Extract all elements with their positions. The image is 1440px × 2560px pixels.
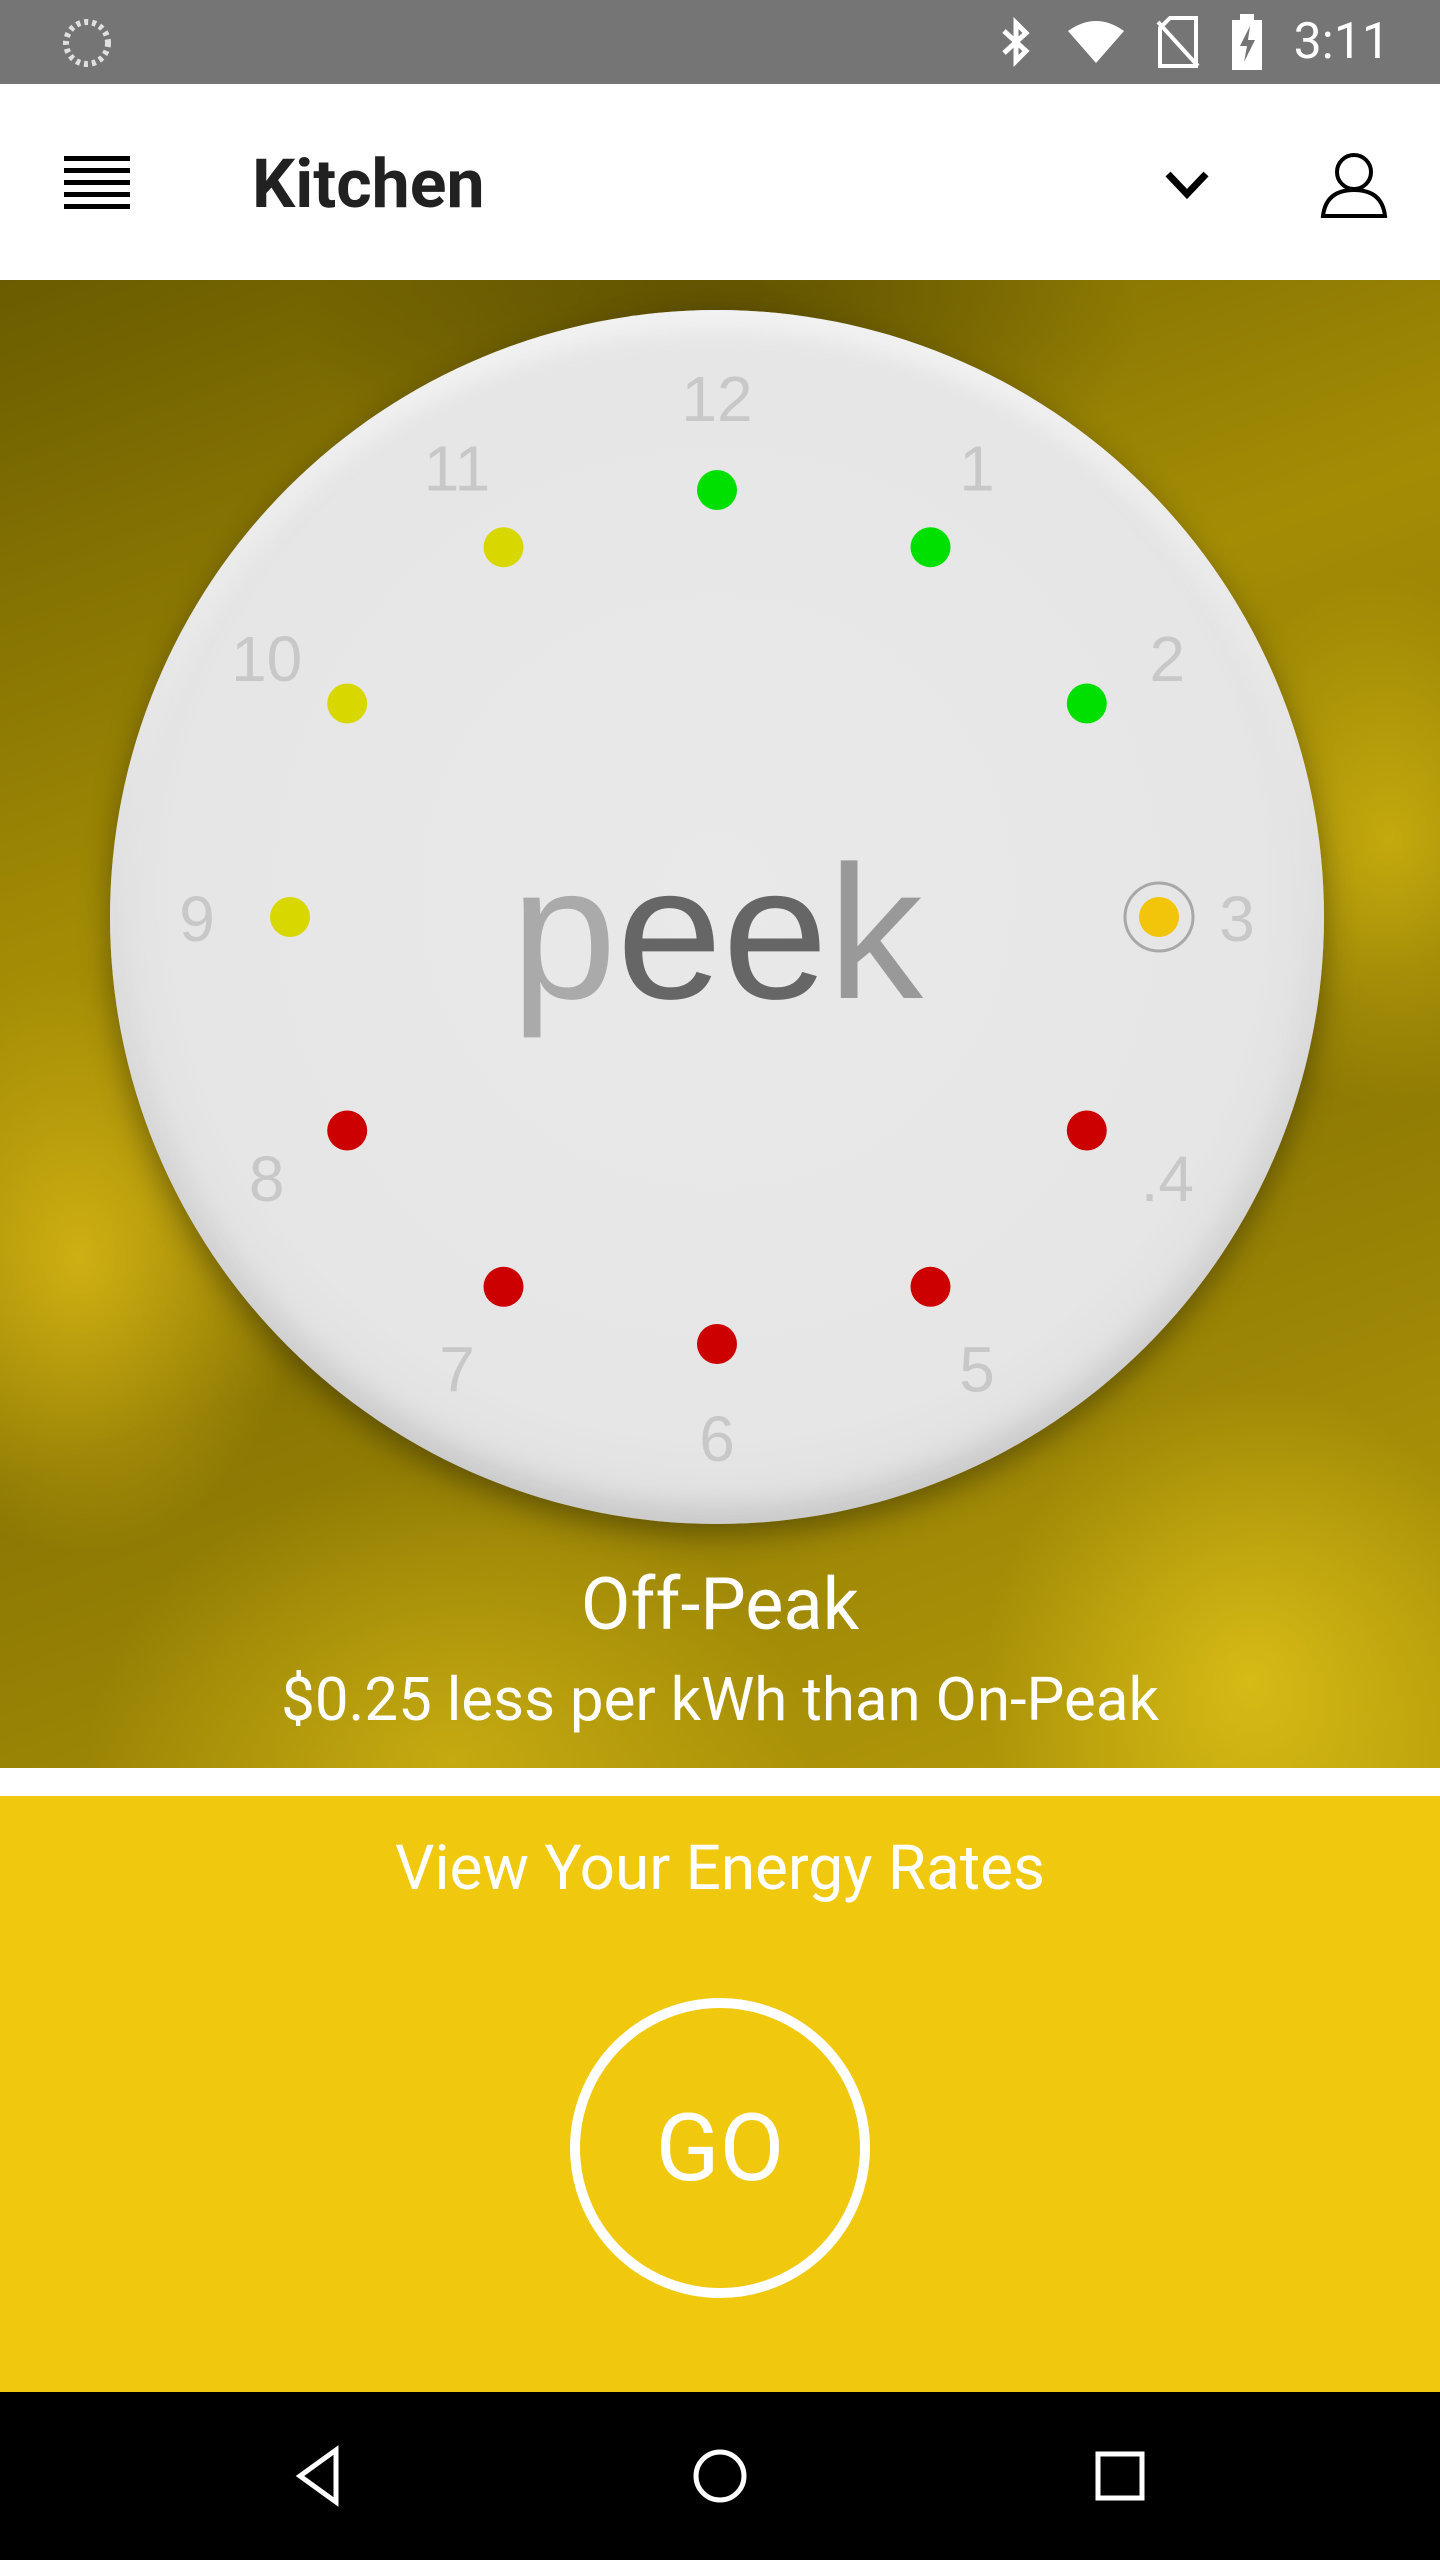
no-sim-icon <box>1156 16 1200 68</box>
recents-icon[interactable] <box>1084 2440 1156 2512</box>
menu-icon[interactable] <box>64 154 130 210</box>
rates-title: View Your Energy Rates <box>394 1832 1045 1905</box>
hour-label: 10 <box>231 623 302 695</box>
hour-dot <box>327 1110 368 1151</box>
rate-period: Off-Peak <box>580 1562 860 1647</box>
user-icon[interactable] <box>1320 150 1388 218</box>
hour-label: 1 <box>959 433 995 505</box>
hour-label: 7 <box>439 1333 475 1405</box>
hour-label: 11 <box>424 433 490 505</box>
hour-dot <box>270 897 310 937</box>
status-bar: 3:11 <box>0 0 1440 84</box>
status-time: 3:11 <box>1293 13 1390 71</box>
hour-dot <box>327 683 368 724</box>
hour-dot <box>483 1266 524 1307</box>
hour-label: 6 <box>699 1403 735 1475</box>
loading-icon <box>63 19 111 67</box>
peek-logo: peek <box>511 827 924 1039</box>
hour-label: 8 <box>249 1143 285 1215</box>
hour-dot <box>697 470 737 510</box>
hour-dot <box>1066 1110 1107 1151</box>
hour-label: 5 <box>959 1333 995 1405</box>
app-bar: Kitchen <box>0 84 1440 280</box>
hour-label: 12 <box>681 363 752 435</box>
back-icon[interactable] <box>286 2440 358 2512</box>
hour-label: 3 <box>1219 883 1255 955</box>
battery-charging-icon <box>1230 14 1264 70</box>
hour-dot <box>697 1324 737 1364</box>
bluetooth-icon <box>996 17 1036 67</box>
dial-face: 12123.4567891011 peek <box>179 363 1255 1475</box>
nav-bar <box>0 2392 1440 2560</box>
rate-detail: $0.25 less per kWh than On-Peak <box>281 1664 1159 1735</box>
hour-label: .4 <box>1141 1143 1194 1215</box>
page-title: Kitchen <box>252 144 485 224</box>
home-icon[interactable] <box>684 2440 756 2512</box>
hour-dot <box>1066 683 1107 724</box>
hour-label: 2 <box>1150 623 1186 695</box>
go-button[interactable]: GO <box>570 1998 870 2298</box>
hour-dot <box>1139 897 1179 937</box>
chevron-down-icon[interactable] <box>1162 164 1212 204</box>
rates-panel: View Your Energy Rates GO <box>0 1796 1440 2392</box>
hour-dot <box>910 527 951 568</box>
divider <box>0 1768 1440 1796</box>
clock-dial: 12 1 2 3.4 5 6 7 8 9 10 11 peek <box>110 310 1324 1524</box>
hour-label: 9 <box>179 883 215 955</box>
wifi-icon <box>1066 19 1126 65</box>
hero-section: 12 1 2 3.4 5 6 7 8 9 10 11 peek Off-Peak $0.25 les… <box>0 280 1440 1768</box>
hour-dot <box>483 527 524 568</box>
hour-dot <box>910 1266 951 1307</box>
